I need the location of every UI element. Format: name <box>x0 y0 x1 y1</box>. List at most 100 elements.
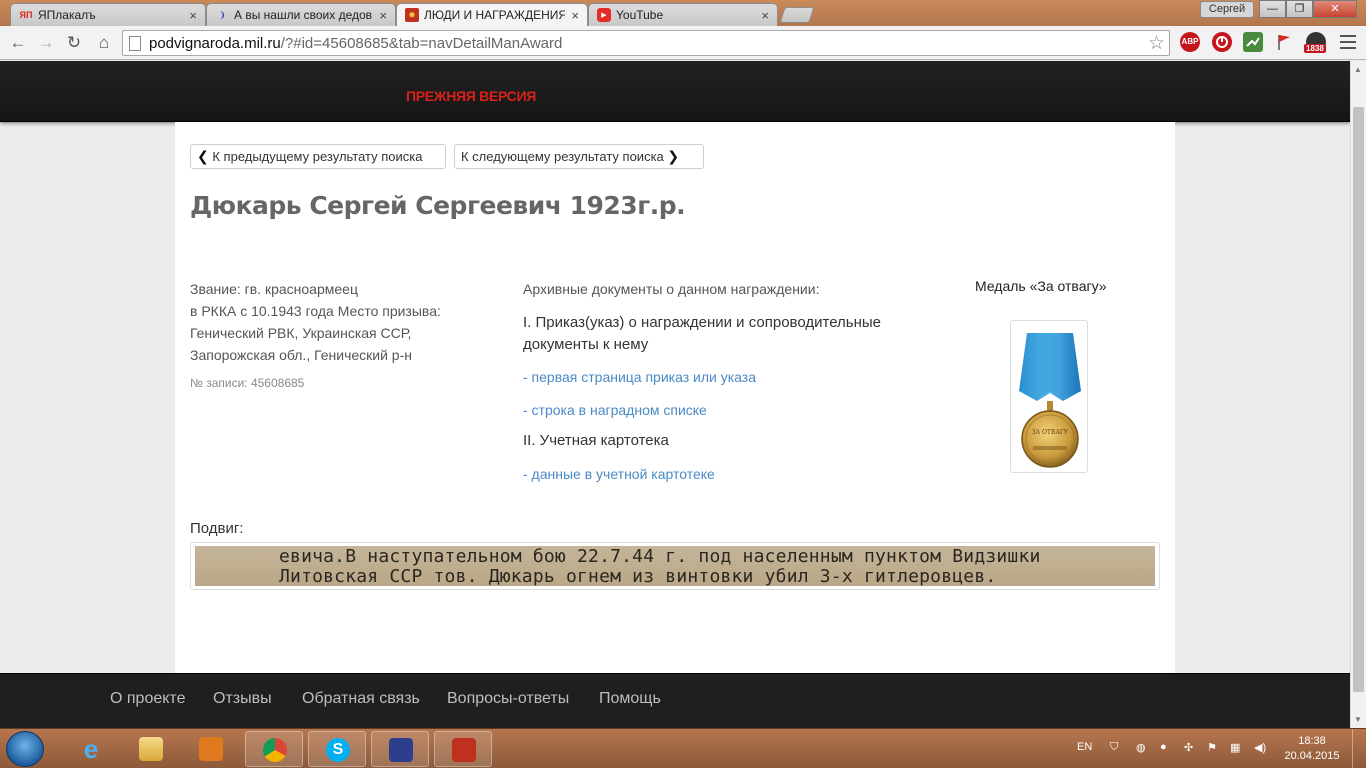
feat-label: Подвиг: <box>190 520 244 537</box>
podvig-app-icon[interactable] <box>434 731 492 767</box>
bravery-medal-icon: ЗА ОТВАГУ <box>1019 333 1081 468</box>
page-viewport: ПРЕЖНЯЯ ВЕРСИЯ ❮ К предыдущему результат… <box>0 61 1350 728</box>
profile-button[interactable]: Сергей <box>1200 1 1254 18</box>
tab-youtube[interactable]: ▶ YouTube × <box>588 3 778 26</box>
adblock-plus-icon[interactable]: ABP <box>1180 32 1200 52</box>
scroll-thumb[interactable] <box>1353 107 1364 692</box>
chevron-left-icon: ❮ <box>197 148 209 164</box>
person-name: Дюкарь Сергей Сергеевич 1923г.р. <box>190 191 686 220</box>
system-clock[interactable]: 18:38 20.04.2015 <box>1284 734 1340 764</box>
shield-icon[interactable]: ⛉ <box>1110 741 1118 754</box>
back-arrow-icon[interactable]: ← <box>8 33 28 53</box>
medal-title: Медаль «За отвагу» <box>975 278 1107 294</box>
new-tab-button[interactable] <box>779 7 815 23</box>
volume-icon[interactable]: ◀) <box>1254 741 1266 754</box>
tab-title: ЯПлакалъ <box>38 8 96 22</box>
scroll-up-icon[interactable]: ▲ <box>1354 65 1362 74</box>
yaplakal-favicon-icon: ЯП <box>19 10 33 20</box>
feat-document: евича.В наступательном бою 22.7.44 г. по… <box>190 542 1160 590</box>
footer-about-link[interactable]: О проекте <box>110 690 185 708</box>
order-first-page-link[interactable]: - первая страница приказ или указа <box>523 366 923 388</box>
site-favicon-icon: ❩ <box>218 9 226 20</box>
windows-start-button[interactable] <box>6 731 44 767</box>
section-card-index: II. Учетная картотека <box>523 432 669 449</box>
site-header: ПРЕЖНЯЯ ВЕРСИЯ <box>0 61 1350 122</box>
reload-icon[interactable]: ↻ <box>64 33 84 53</box>
site-footer: О проекте Отзывы Обратная связь Вопросы-… <box>0 673 1350 728</box>
file-explorer-icon[interactable] <box>122 731 180 767</box>
tab-close-icon[interactable]: × <box>761 8 769 23</box>
tab-title: ЛЮДИ И НАГРАЖДЕНИЯ <box>424 8 566 22</box>
language-indicator[interactable]: EN <box>1077 741 1092 753</box>
skype-icon[interactable]: S <box>308 731 366 767</box>
tab-yaplakal[interactable]: ЯП ЯПлакалъ × <box>10 3 206 26</box>
tab-grandfathers[interactable]: ❩ А вы нашли своих дедов × <box>206 3 396 26</box>
show-desktop-button[interactable] <box>1352 729 1366 768</box>
chrome-menu-icon[interactable] <box>1340 35 1356 53</box>
browser-toolbar: ← → ↻ ⌂ podvignaroda.mil.ru/?#id=4560868… <box>0 26 1366 60</box>
medal-image[interactable]: ЗА ОТВАГУ <box>1010 320 1088 473</box>
person-info: Звание: гв. красноармеец в РККА с 10.194… <box>190 278 490 366</box>
tab-close-icon[interactable]: × <box>379 8 387 23</box>
bookmark-star-icon[interactable]: ☆ <box>1148 32 1165 55</box>
archive-intro: Архивные документы о данном награждении: <box>523 281 820 297</box>
chrome-taskbar-icon[interactable] <box>245 731 303 767</box>
prev-result-button[interactable]: ❮ К предыдущему результату поиска <box>190 144 446 169</box>
tab-close-icon[interactable]: × <box>571 8 579 23</box>
media-player-icon[interactable] <box>182 731 240 767</box>
record-number: № записи: 45608685 <box>190 376 305 390</box>
network-icon[interactable]: ▦ <box>1230 741 1240 754</box>
url-text[interactable]: podvignaroda.mil.ru/?#id=45608685&tab=na… <box>149 35 562 52</box>
close-window-button[interactable]: ✕ <box>1313 0 1357 18</box>
archive-documents: Архивные документы о данном награждении:… <box>523 278 923 485</box>
action-center-flag-icon[interactable]: ⚑ <box>1207 741 1217 754</box>
feat-scan-image: евича.В наступательном бою 22.7.44 г. по… <box>195 546 1155 586</box>
main-content: ❮ К предыдущему результату поиска К след… <box>175 122 1175 682</box>
clock-time: 18:38 <box>1298 735 1326 747</box>
stop-extension-icon[interactable] <box>1212 32 1232 52</box>
podvig-favicon-icon: ✸ <box>405 8 419 22</box>
scroll-down-icon[interactable]: ▼ <box>1354 715 1362 724</box>
feat-text-line: Литовская ССР тов. Дюкарь огнем из винто… <box>279 566 997 586</box>
service-line: в РККА с 10.1943 года Место призыва: <box>190 303 441 319</box>
footer-faq-link[interactable]: Вопросы-ответы <box>447 690 569 708</box>
previous-version-link[interactable]: ПРЕЖНЯЯ ВЕРСИЯ <box>406 88 536 104</box>
footer-feedback-link[interactable]: Обратная связь <box>302 690 420 708</box>
youtube-favicon-icon: ▶ <box>597 8 611 22</box>
page-icon <box>129 36 141 51</box>
counter-extension-icon[interactable]: 1838 <box>1304 32 1326 53</box>
flag-extension-icon[interactable] <box>1274 32 1294 52</box>
messenger-icon[interactable]: ● <box>1160 741 1167 753</box>
page-scrollbar[interactable]: ▲ ▼ <box>1350 61 1366 728</box>
chart-extension-icon[interactable] <box>1243 32 1263 52</box>
clock-date: 20.04.2015 <box>1284 750 1340 762</box>
network-drive-icon[interactable]: ◍ <box>1136 741 1146 754</box>
next-result-button[interactable]: К следующему результату поиска ❯ <box>454 144 704 169</box>
internet-explorer-icon[interactable]: e <box>62 731 120 767</box>
minimize-button[interactable]: — <box>1259 0 1286 18</box>
link-icon[interactable]: ✣ <box>1184 741 1193 754</box>
next-result-label: К следующему результату поиска <box>461 149 664 164</box>
section-orders: I. Приказ(указ) о награждении и сопровод… <box>523 314 882 353</box>
draft-office-line: Генический РВК, Украинская ССР, <box>190 325 412 341</box>
windows-taskbar: e S EN ⛉ ◍ ● ✣ ⚑ ▦ ◀) 18:38 20.04.2015 <box>0 728 1366 768</box>
prev-result-label: К предыдущему результату поиска <box>212 149 423 164</box>
region-line: Запорожская обл., Генический р-н <box>190 347 412 363</box>
chevron-right-icon: ❯ <box>667 148 680 164</box>
tab-people-awards[interactable]: ✸ ЛЮДИ И НАГРАЖДЕНИЯ × <box>396 3 588 26</box>
save-floppy-icon[interactable] <box>371 731 429 767</box>
award-list-row-link[interactable]: - строка в наградном списке <box>523 399 923 421</box>
footer-help-link[interactable]: Помощь <box>599 690 661 708</box>
medal-inscription: ЗА ОТВАГУ <box>1032 429 1069 436</box>
tab-close-icon[interactable]: × <box>189 8 197 23</box>
feat-text-line: евича.В наступательном бою 22.7.44 г. по… <box>279 546 1041 567</box>
address-bar[interactable]: podvignaroda.mil.ru/?#id=45608685&tab=na… <box>122 30 1170 56</box>
card-index-data-link[interactable]: - данные в учетной картотеке <box>523 463 923 485</box>
forward-arrow-icon[interactable]: → <box>36 33 56 53</box>
maximize-button[interactable]: ❐ <box>1286 0 1313 18</box>
window-controls: — ❐ ✕ <box>1259 0 1357 18</box>
tab-title: А вы нашли своих дедов <box>234 8 373 22</box>
home-icon[interactable]: ⌂ <box>94 33 114 53</box>
browser-tab-strip: ЯП ЯПлакалъ × ❩ А вы нашли своих дедов ×… <box>0 0 1366 26</box>
footer-reviews-link[interactable]: Отзывы <box>213 690 272 708</box>
